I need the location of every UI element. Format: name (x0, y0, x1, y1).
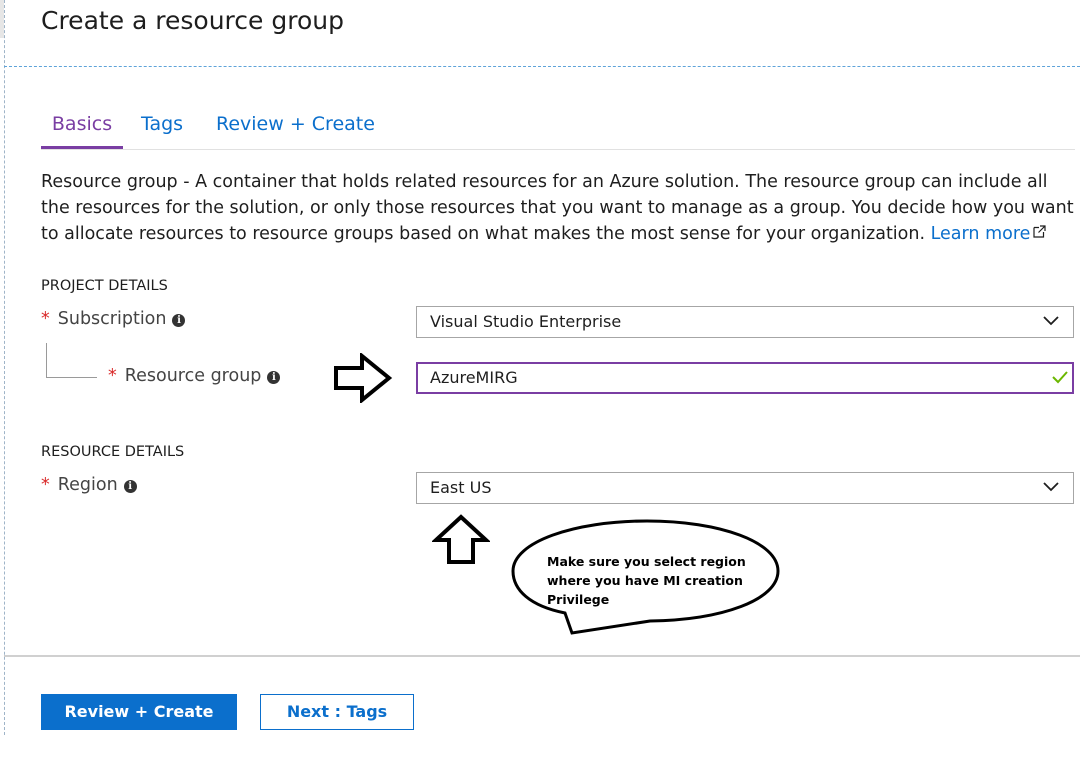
subscription-label-text: Subscription (57, 309, 167, 329)
callout-text: Make sure you select region where you ha… (547, 554, 746, 607)
region-label: * Region i (41, 475, 137, 495)
resource-group-label-text: Resource group (124, 366, 262, 386)
learn-more-link[interactable]: Learn more (931, 224, 1047, 244)
tab-review-create[interactable]: Review + Create (216, 113, 375, 146)
subscription-label: * Subscription i (41, 309, 186, 329)
right-arrow-annotation-icon (334, 353, 393, 403)
subscription-value: Visual Studio Enterprise (430, 312, 622, 331)
required-marker: * (41, 309, 50, 329)
resource-details-heading: RESOURCE DETAILS (41, 444, 185, 460)
subscription-select[interactable]: Visual Studio Enterprise (416, 306, 1074, 338)
footer-divider (4, 655, 1080, 657)
description-term: Resource group (41, 172, 178, 192)
info-icon[interactable]: i (123, 480, 137, 493)
page-title: Create a resource group (41, 6, 344, 35)
chevron-down-icon (1043, 316, 1059, 326)
description-text: - A container that holds related resourc… (41, 172, 1074, 244)
required-marker: * (108, 366, 117, 386)
info-icon[interactable]: i (172, 314, 186, 327)
external-link-icon (1033, 225, 1047, 238)
resource-group-input[interactable]: AzureMIRG (416, 362, 1074, 394)
review-create-button[interactable]: Review + Create (41, 694, 237, 730)
tab-basics[interactable]: Basics (41, 113, 123, 149)
required-marker: * (41, 475, 50, 495)
checkmark-icon (1052, 371, 1068, 384)
tab-tags[interactable]: Tags (141, 113, 183, 146)
chevron-down-icon (1043, 482, 1059, 492)
region-label-text: Region (57, 475, 118, 495)
blade-left-border (4, 0, 5, 735)
learn-more-label: Learn more (930, 224, 1031, 244)
tab-bar: Basics Tags Review + Create (41, 113, 1075, 150)
region-value: East US (430, 478, 492, 497)
title-divider (4, 66, 1080, 67)
resource-group-label: * Resource group i (108, 366, 281, 386)
project-details-heading: PROJECT DETAILS (41, 278, 168, 294)
hierarchy-connector (46, 343, 97, 378)
resource-group-value: AzureMIRG (430, 368, 518, 387)
up-arrow-annotation-icon (432, 514, 490, 564)
region-select[interactable]: East US (416, 472, 1074, 504)
resource-group-description: Resource group - A container that holds … (41, 169, 1079, 247)
next-tags-button[interactable]: Next : Tags (260, 694, 414, 730)
info-icon[interactable]: i (267, 371, 281, 384)
